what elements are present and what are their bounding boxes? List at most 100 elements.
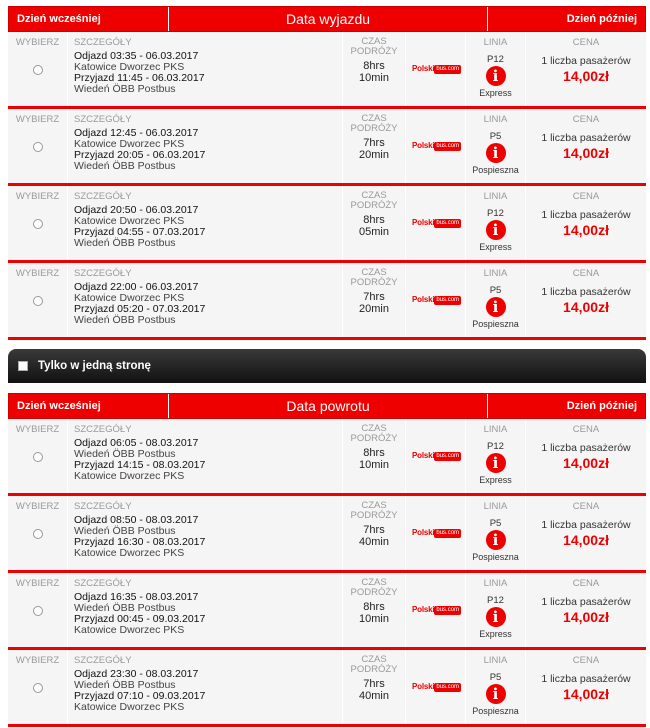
polskibus-logo: Polski bus.com	[412, 603, 462, 617]
trip-row[interactable]: WYBIERZ SZCZEGÓŁY Odjazd 22:00 - 06.03.201…	[8, 263, 646, 340]
arrival-station: Katowice Dworzec PKS	[74, 624, 185, 636]
info-icon[interactable]: i	[485, 66, 506, 86]
select-label: WYBIERZ	[15, 501, 60, 512]
one-way-label[interactable]: Tylko w jedną stronę	[38, 360, 151, 372]
details-cell: SZCZEGÓŁY Odjazd 12:45 - 06.03.2017 Katowi…	[68, 109, 343, 183]
return-title: Data powrotu	[169, 394, 488, 418]
line-type: Express	[479, 88, 512, 98]
return-rows: WYBIERZ SZCZEGÓŁY Odjazd 06:05 - 08.03.201…	[8, 419, 646, 727]
details-cell: SZCZEGÓŁY Odjazd 08:50 - 08.03.2017 Wiedeń…	[68, 496, 343, 570]
select-label: WYBIERZ	[15, 655, 60, 666]
travel-time-value: 8hrs 05min	[343, 214, 405, 238]
info-icon[interactable]: i	[485, 453, 506, 473]
select-label: WYBIERZ	[15, 424, 60, 435]
details-label: SZCZEGÓŁY	[74, 424, 132, 435]
info-icon[interactable]: i	[485, 607, 506, 627]
travel-hours: 8hrs	[363, 601, 385, 613]
return-next-day-button[interactable]: Dzień później	[488, 394, 645, 418]
trip-row[interactable]: WYBIERZ SZCZEGÓŁY Odjazd 20:50 - 06.03.201…	[8, 186, 646, 263]
logo-text: Polski	[412, 141, 435, 150]
travel-time-label: CZAS PODRÓŻY	[343, 424, 405, 444]
details-cell: SZCZEGÓŁY Odjazd 06:05 - 08.03.2017 Wiedeń…	[68, 419, 343, 493]
one-way-checkbox[interactable]	[18, 361, 28, 371]
travel-hours: 8hrs	[363, 214, 385, 226]
line-cell: LINIA P12 i Express	[466, 186, 526, 260]
select-label: WYBIERZ	[15, 191, 60, 202]
one-way-bar: Tylko w jedną stronę	[8, 349, 646, 383]
details-cell: SZCZEGÓŁY Odjazd 20:50 - 06.03.2017 Katowi…	[68, 186, 343, 260]
select-radio[interactable]	[32, 219, 43, 229]
carrier-cell: Polski bus.com	[406, 263, 466, 337]
travel-minutes: 40min	[359, 690, 389, 702]
passenger-count: 1 liczba pasażerów	[541, 209, 631, 221]
line-code: P12	[487, 208, 504, 219]
travel-time-label: CZAS PODRÓŻY	[343, 655, 405, 675]
select-cell: WYBIERZ	[8, 573, 68, 647]
trip-row[interactable]: WYBIERZ SZCZEGÓŁY Odjazd 12:45 - 06.03.201…	[8, 109, 646, 186]
carrier-cell: Polski bus.com	[406, 32, 466, 106]
travel-time-label-2: PODRÓŻY	[350, 433, 398, 444]
select-label: WYBIERZ	[15, 114, 60, 125]
travel-time-cell: CZAS PODRÓŻY 7hrs 20min	[343, 109, 406, 183]
info-icon[interactable]: i	[485, 530, 506, 550]
line-code: P5	[489, 285, 502, 296]
logo-text: Polski	[412, 528, 435, 537]
info-icon[interactable]: i	[485, 684, 506, 704]
trip-row[interactable]: WYBIERZ SZCZEGÓŁY Odjazd 06:05 - 08.03.201…	[8, 419, 646, 496]
details-label: SZCZEGÓŁY	[74, 191, 132, 202]
details-label: SZCZEGÓŁY	[74, 37, 132, 48]
travel-time-value: 7hrs 20min	[343, 291, 405, 315]
logo-badge: bus.com	[434, 142, 462, 151]
arrival-station: Wiedeń ÖBB Postbus	[74, 314, 176, 326]
travel-time-value: 8hrs 10min	[343, 601, 405, 625]
select-radio[interactable]	[32, 683, 43, 693]
info-icon[interactable]: i	[485, 297, 506, 317]
select-radio[interactable]	[32, 452, 43, 462]
passenger-count: 1 liczba pasażerów	[541, 519, 631, 531]
return-section: Dzień wcześniej Data powrotu Dzień późni…	[8, 393, 646, 727]
outbound-header: Dzień wcześniej Data wyjazdu Dzień późni…	[8, 6, 646, 32]
line-code: P12	[487, 595, 504, 606]
arrival-station: Katowice Dworzec PKS	[74, 547, 185, 559]
select-radio[interactable]	[32, 142, 43, 152]
passenger-count: 1 liczba pasażerów	[541, 442, 631, 454]
carrier-cell: Polski bus.com	[406, 109, 466, 183]
line-code: P5	[489, 672, 502, 683]
travel-time-label: CZAS PODRÓŻY	[343, 578, 405, 598]
info-icon[interactable]: i	[485, 220, 506, 240]
price-value: 14,00zł	[563, 609, 609, 625]
select-radio[interactable]	[32, 296, 43, 306]
price-cell: CENA 1 liczba pasażerów 14,00zł	[526, 496, 646, 570]
outbound-prev-day-button[interactable]: Dzień wcześniej	[9, 7, 169, 31]
price-value: 14,00zł	[563, 299, 609, 315]
trip-row[interactable]: WYBIERZ SZCZEGÓŁY Odjazd 16:35 - 08.03.201…	[8, 573, 646, 650]
trip-row[interactable]: WYBIERZ SZCZEGÓŁY Odjazd 23:30 - 08.03.201…	[8, 650, 646, 727]
trip-row[interactable]: WYBIERZ SZCZEGÓŁY Odjazd 08:50 - 08.03.201…	[8, 496, 646, 573]
line-label: LINIA	[483, 268, 508, 279]
trip-row[interactable]: WYBIERZ SZCZEGÓŁY Odjazd 03:35 - 06.03.201…	[8, 32, 646, 109]
price-label: CENA	[572, 655, 600, 666]
line-type: Express	[479, 629, 512, 639]
polskibus-logo: Polski bus.com	[412, 526, 462, 540]
line-type: Pospieszna	[472, 552, 519, 562]
logo-text: Polski	[412, 295, 435, 304]
select-radio[interactable]	[32, 529, 43, 539]
travel-hours: 7hrs	[363, 678, 385, 690]
travel-minutes: 20min	[359, 149, 389, 161]
price-label: CENA	[572, 578, 600, 589]
logo-text: Polski	[412, 451, 435, 460]
passenger-count: 1 liczba pasażerów	[541, 673, 631, 685]
outbound-next-day-button[interactable]: Dzień później	[488, 7, 645, 31]
price-cell: CENA 1 liczba pasażerów 14,00zł	[526, 32, 646, 106]
travel-time-label-2: PODRÓŻY	[350, 123, 398, 134]
carrier-cell: Polski bus.com	[406, 496, 466, 570]
info-icon[interactable]: i	[485, 143, 506, 163]
line-cell: LINIA P5 i Pospieszna	[466, 650, 526, 724]
polskibus-logo: Polski bus.com	[412, 139, 462, 153]
logo-badge: bus.com	[434, 65, 462, 74]
travel-minutes: 10min	[359, 613, 389, 625]
details-label: SZCZEGÓŁY	[74, 655, 132, 666]
return-prev-day-button[interactable]: Dzień wcześniej	[9, 394, 169, 418]
select-radio[interactable]	[32, 65, 43, 75]
select-radio[interactable]	[32, 606, 43, 616]
